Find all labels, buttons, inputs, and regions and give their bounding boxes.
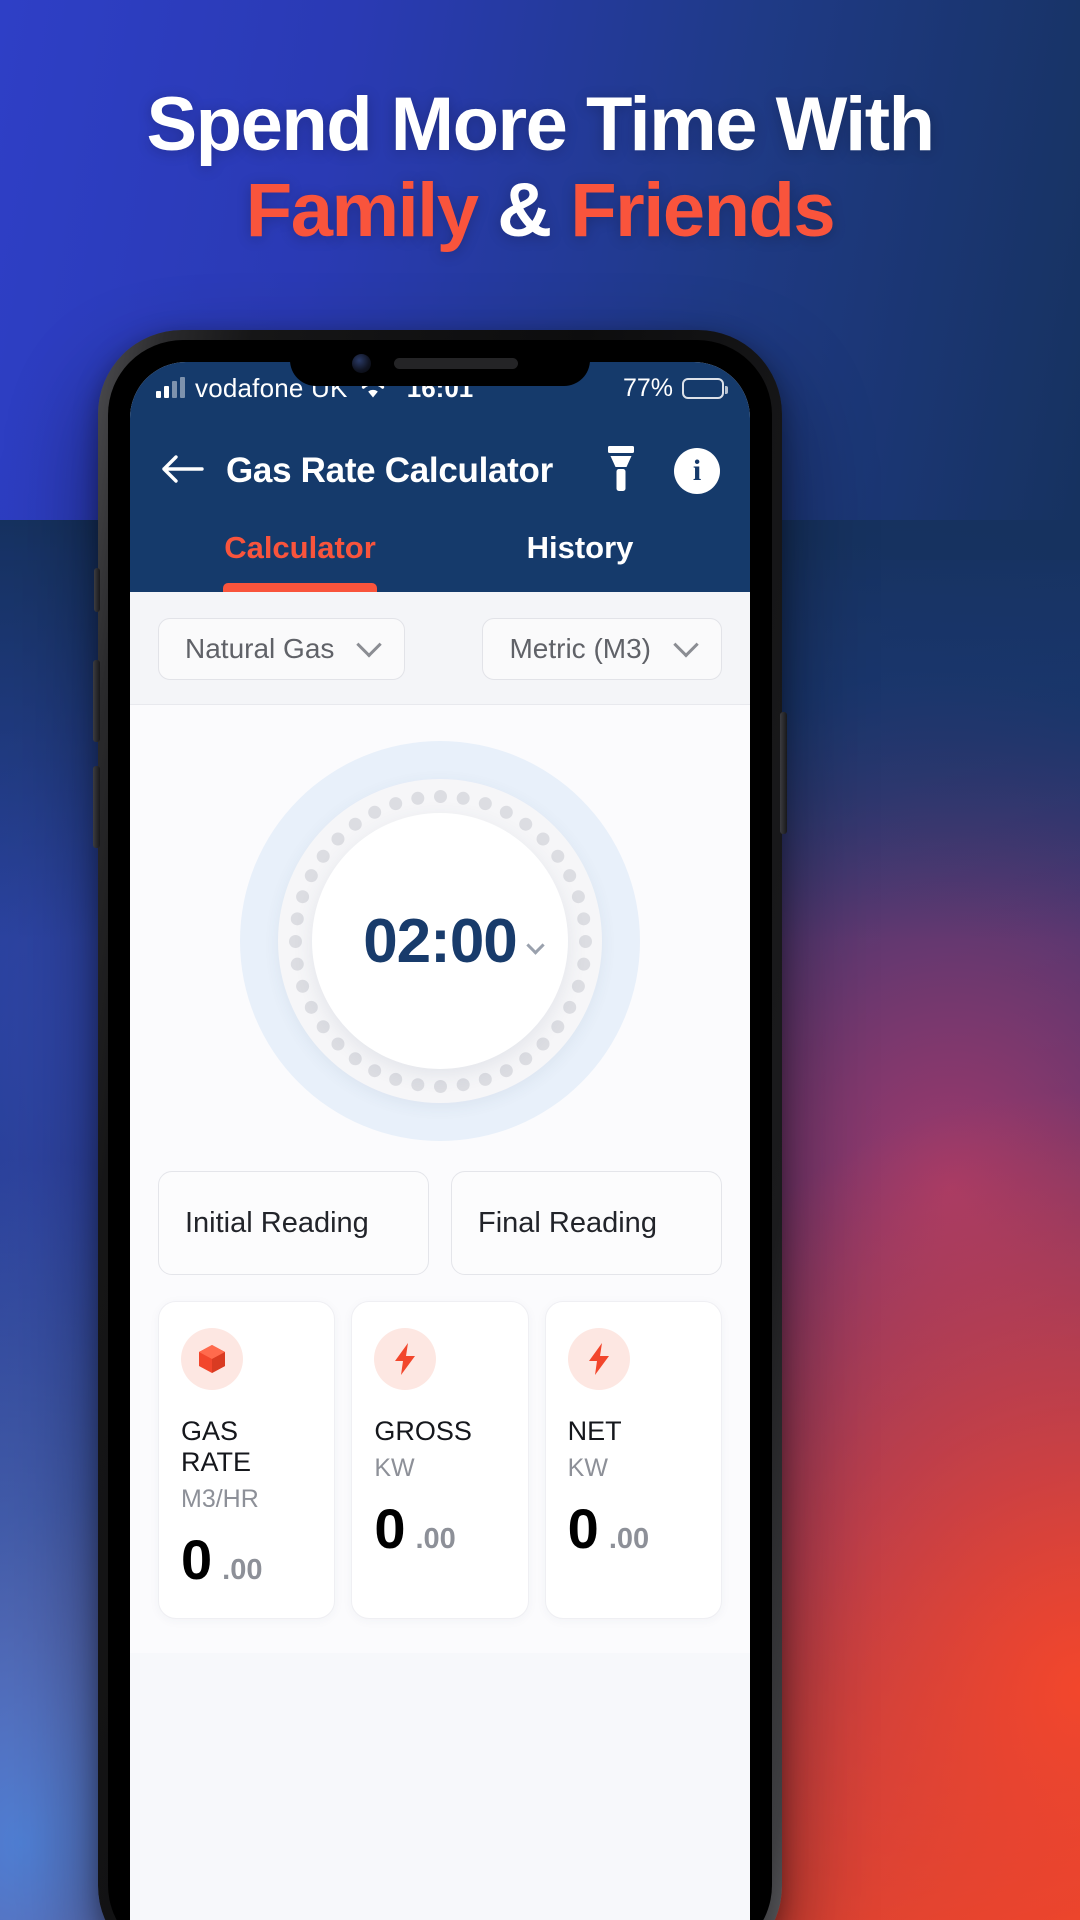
initial-reading-input[interactable]: Initial Reading [158, 1171, 429, 1275]
result-unit: KW [374, 1454, 415, 1482]
headline-accent-friends: Friends [570, 168, 836, 254]
earpiece-speaker [394, 358, 518, 369]
result-value: 0.00 [374, 1501, 505, 1557]
result-integer: 0 [567, 1497, 599, 1560]
result-card: NET KW 0.00 [544, 1301, 722, 1619]
result-decimal: .00 [415, 1523, 456, 1555]
phone-mockup: vodafone UK 16:01 77% Gas Rate Calculato… [93, 330, 787, 1920]
result-label: GROSS [374, 1416, 472, 1446]
chevron-down-icon[interactable] [526, 936, 545, 955]
phone-notch [290, 340, 590, 386]
app-bar-row: Gas Rate Calculator i [160, 434, 720, 508]
timer-value: 02:00 [363, 906, 518, 976]
chevron-down-icon [673, 632, 699, 658]
back-button[interactable] [160, 453, 214, 490]
result-label: NET [567, 1416, 622, 1446]
power-button[interactable] [780, 712, 787, 834]
headline-line-1: Spend More Time With [146, 82, 935, 167]
tab-history[interactable]: History [440, 530, 720, 592]
phone-bezel: vodafone UK 16:01 77% Gas Rate Calculato… [108, 340, 772, 1920]
app-bar: Gas Rate Calculator i Calculator History [130, 414, 750, 592]
info-icon[interactable]: i [674, 448, 720, 494]
lightning-icon [567, 1328, 630, 1390]
result-card: GAS RATE M3/HR 0.00 [158, 1301, 336, 1619]
timer-dial[interactable]: 02:00 [240, 741, 640, 1141]
result-decimal: .00 [608, 1523, 650, 1555]
headline-ampersand: & [497, 168, 552, 254]
headline-accent-family: Family [245, 168, 479, 254]
front-camera-icon [352, 354, 371, 373]
result-cards: GAS RATE M3/HR 0.00 GROSS KW 0.00 NET KW 0.00 [130, 1301, 750, 1653]
timer-face[interactable]: 02:00 [312, 813, 568, 1069]
final-reading-input[interactable]: Final Reading [451, 1171, 722, 1275]
chevron-down-icon [356, 632, 383, 658]
reading-inputs: Initial Reading Final Reading [130, 1171, 750, 1301]
tab-calculator-label: Calculator [224, 530, 376, 565]
result-unit: KW [567, 1454, 608, 1482]
result-unit: M3/HR [181, 1485, 259, 1513]
volume-down-button[interactable] [93, 766, 100, 848]
battery-percent-label: 77% [622, 373, 673, 402]
flashlight-icon[interactable] [604, 445, 638, 498]
result-decimal: .00 [222, 1554, 263, 1586]
silent-switch[interactable] [94, 568, 100, 612]
result-value: 0.00 [568, 1501, 699, 1557]
tab-calculator[interactable]: Calculator [160, 530, 440, 592]
gas-type-value: Natural Gas [185, 633, 335, 664]
battery-icon [682, 377, 728, 399]
gas-type-dropdown[interactable]: Natural Gas [158, 618, 406, 680]
result-value: 0.00 [181, 1532, 312, 1588]
info-glyph: i [692, 454, 702, 487]
result-card: GROSS KW 0.00 [351, 1301, 529, 1619]
headline-line-2: Family & Friends [0, 173, 1080, 249]
tab-history-label: History [526, 530, 634, 565]
cube-icon [181, 1328, 243, 1390]
tab-bar: Calculator History [160, 530, 720, 592]
timer-section: 02:00 [130, 705, 750, 1171]
result-integer: 0 [181, 1528, 213, 1591]
unit-system-dropdown[interactable]: Metric (M3) [482, 618, 722, 680]
page-title: Gas Rate Calculator [226, 451, 553, 490]
promo-headline: Spend More Time With Family & Friends [0, 82, 1080, 249]
app-bar-actions: i [604, 445, 720, 498]
phone-screen: vodafone UK 16:01 77% Gas Rate Calculato… [130, 362, 750, 1920]
result-integer: 0 [374, 1497, 406, 1560]
volume-up-button[interactable] [93, 660, 100, 742]
unit-system-value: Metric (M3) [509, 633, 651, 664]
lightning-icon [374, 1328, 437, 1390]
selector-row: Natural Gas Metric (M3) [130, 592, 750, 705]
result-label: GAS RATE [181, 1416, 252, 1477]
